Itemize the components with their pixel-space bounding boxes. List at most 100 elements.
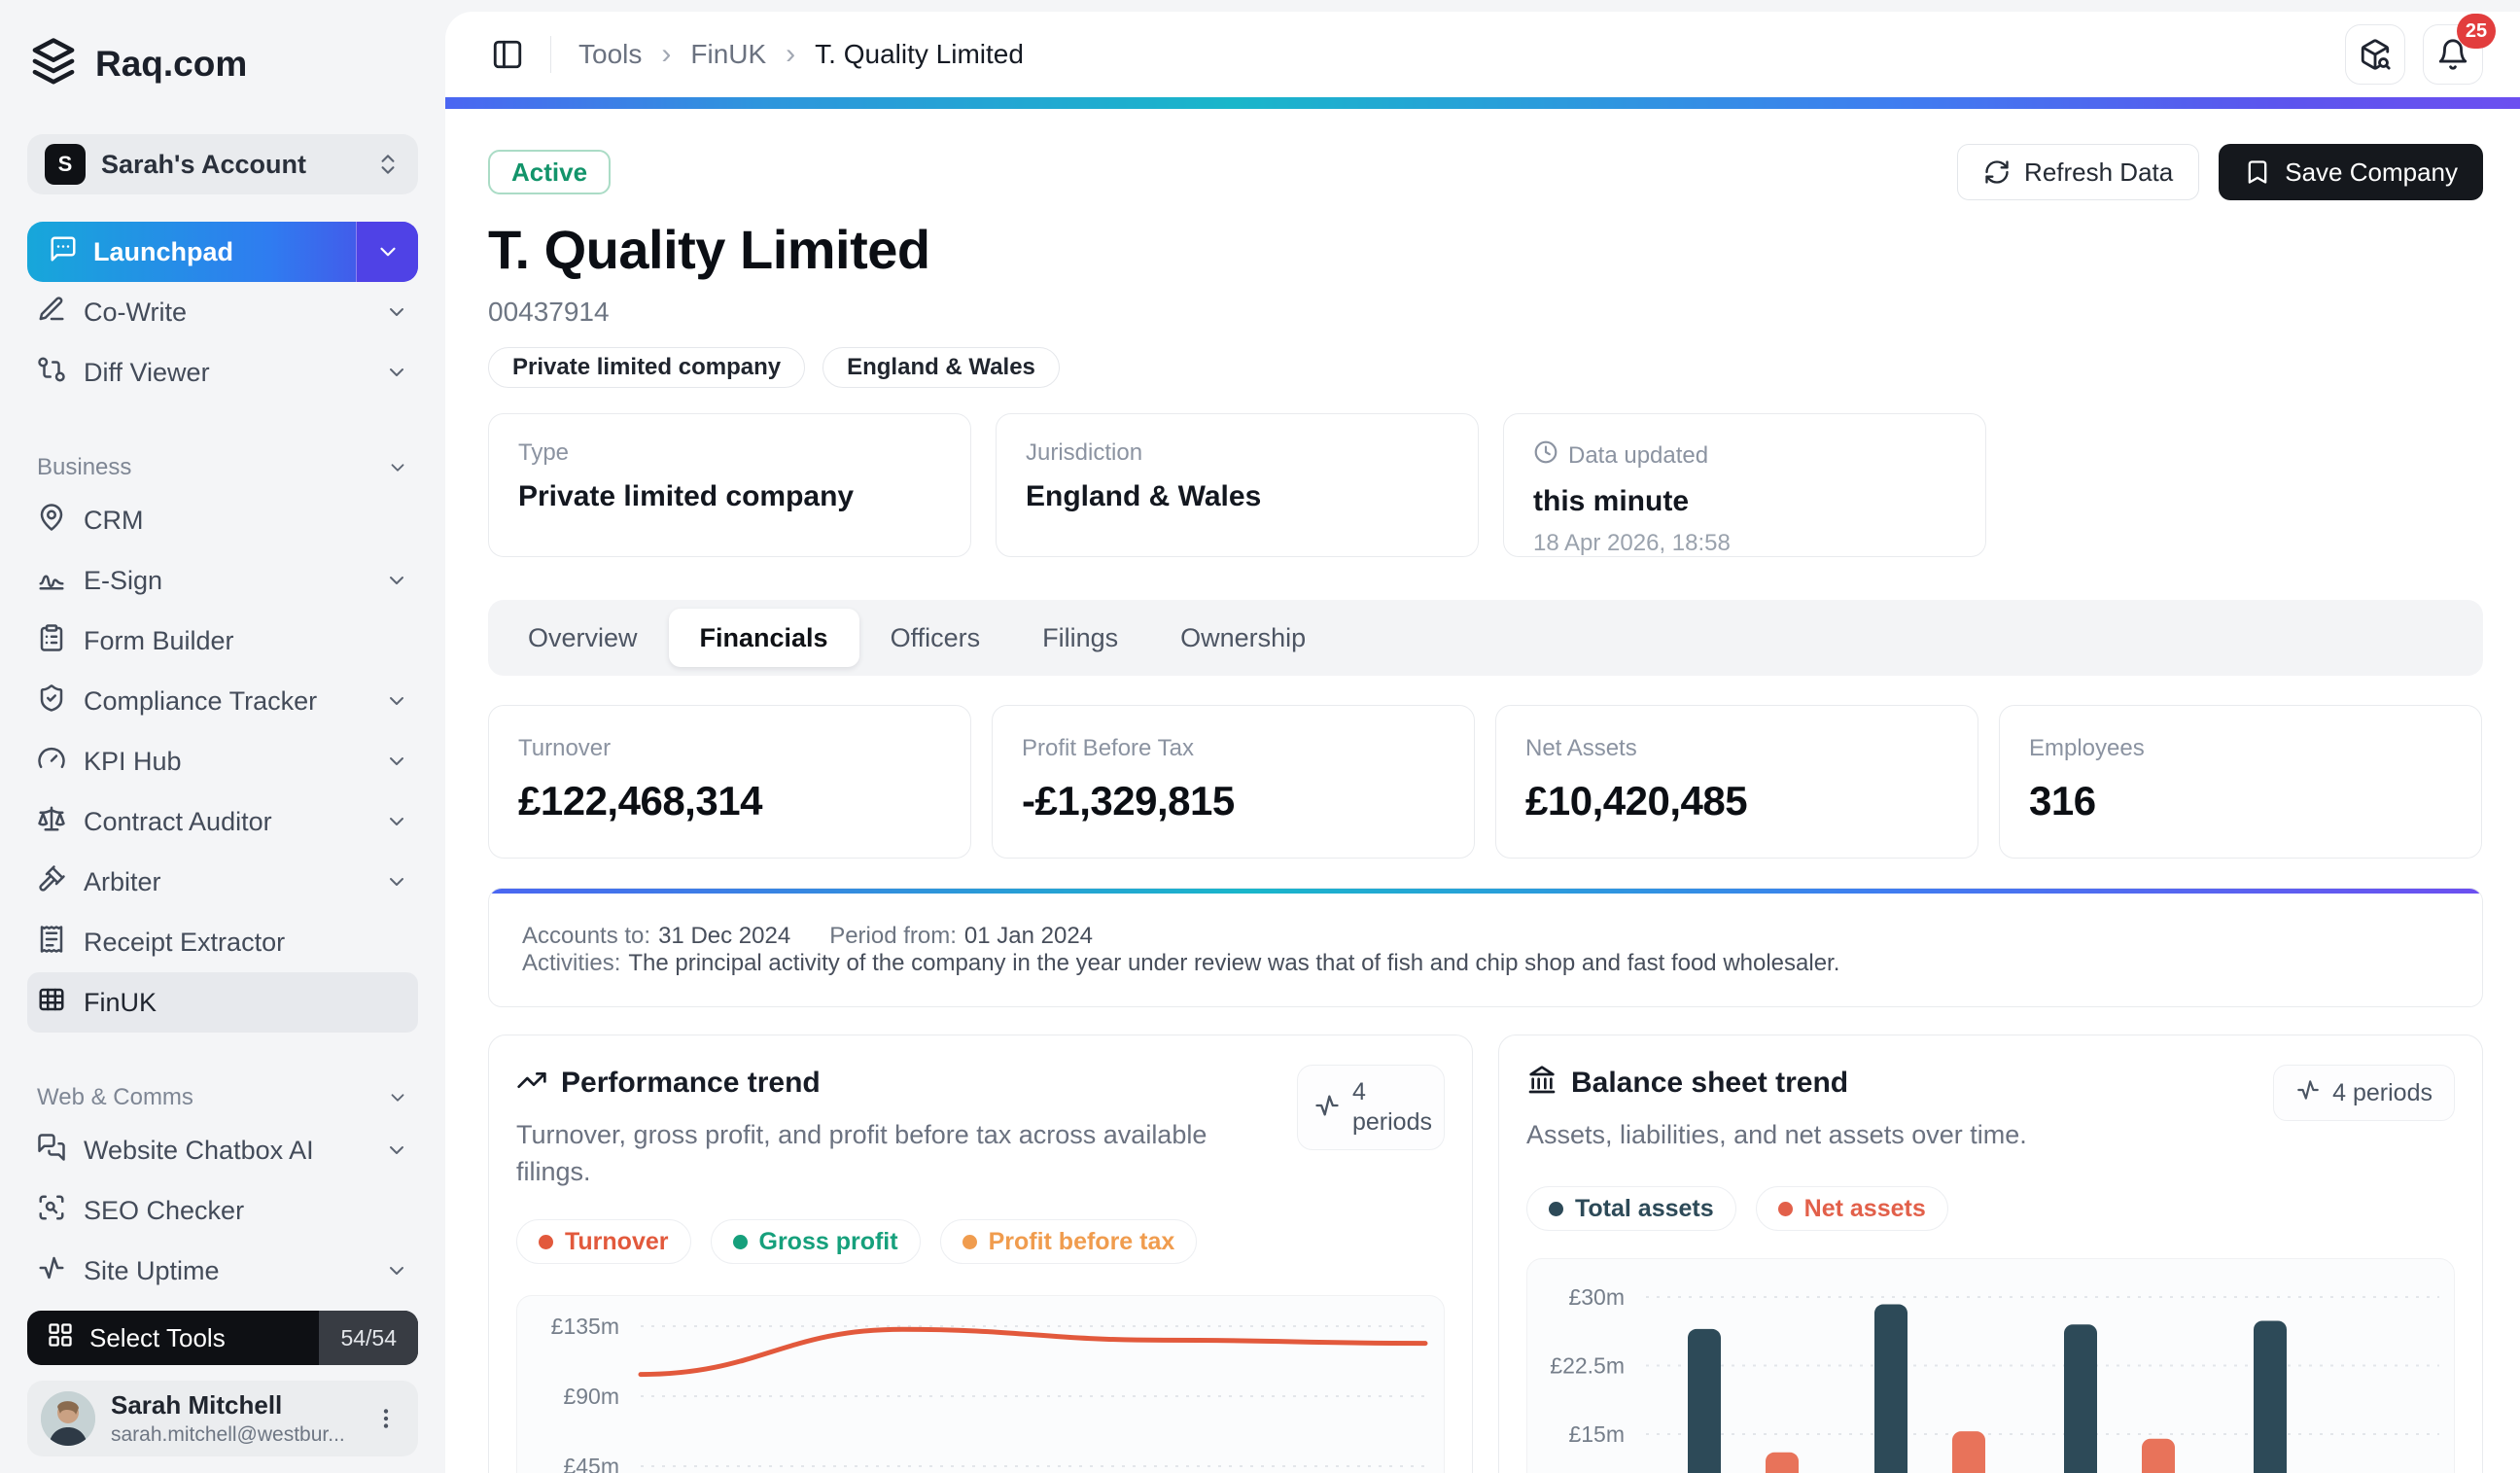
select-tools-label: Select Tools — [89, 1322, 226, 1352]
receipt-icon — [37, 925, 66, 961]
svg-text:£90m: £90m — [563, 1384, 619, 1409]
account-label: Sarah's Account — [101, 149, 306, 179]
breadcrumb-finuk[interactable]: FinUK — [690, 39, 766, 70]
launchpad-main[interactable]: Launchpad — [27, 222, 356, 282]
sidebar: Raq.com S Sarah's Account Launchpad Co-W… — [0, 0, 445, 1473]
balance-sheet-bar-chart: £30m£22.5m£15m£7.5m — [1526, 1258, 2455, 1473]
sidebar-item-label: Website Chatbox AI — [84, 1135, 314, 1165]
sidebar-item-seo-checker[interactable]: SEO Checker — [27, 1180, 418, 1241]
legend-turnover[interactable]: Turnover — [516, 1219, 691, 1264]
sidebar-section-business[interactable]: Business — [27, 445, 418, 490]
tab-filings[interactable]: Filings — [1011, 609, 1149, 667]
user-meta: Sarah Mitchell sarah.mitchell@westbur... — [111, 1390, 352, 1447]
chat-bubble-icon — [49, 234, 78, 270]
refresh-data-button[interactable]: Refresh Data — [1957, 144, 2200, 200]
content: Active Refresh Data Save Company T. Qual… — [445, 109, 2520, 1473]
breadcrumb-tools[interactable]: Tools — [578, 39, 642, 70]
stat-label: Employees — [2029, 735, 2145, 761]
panel-title: Balance sheet trend — [1571, 1066, 1849, 1099]
section-label: Business — [37, 454, 132, 480]
notifications-button[interactable]: 25 — [2423, 14, 2496, 85]
user-menu-button[interactable] — [368, 1406, 404, 1431]
info-label: Jurisdiction — [1026, 439, 1143, 466]
user-name: Sarah Mitchell — [111, 1390, 283, 1420]
save-company-button[interactable]: Save Company — [2219, 144, 2483, 200]
sidebar-item-co-write[interactable]: Co-Write — [27, 282, 418, 342]
stat-card-profit-before-tax: Profit Before Tax -£1,329,815 — [992, 705, 1475, 859]
sidebar-item-label: Contract Auditor — [84, 806, 272, 836]
sidebar-item-diff-viewer[interactable]: Diff Viewer — [27, 342, 418, 403]
notification-count-badge: 25 — [2457, 14, 2496, 49]
activity-pulse-icon — [37, 1253, 66, 1289]
launchpad-button[interactable]: Launchpad — [27, 222, 418, 282]
app-root: Raq.com S Sarah's Account Launchpad Co-W… — [0, 0, 2520, 1473]
sidebar-item-label: KPI Hub — [84, 746, 182, 776]
svg-text:£15m: £15m — [1568, 1421, 1625, 1447]
layers-logo-icon — [27, 36, 80, 93]
info-label: Type — [518, 439, 570, 466]
panel-subtitle: Assets, liabilities, and net assets over… — [1526, 1120, 2027, 1149]
tab-bar: Overview Financials Officers Filings Own… — [488, 600, 2483, 676]
sidebar-item-compliance-tracker[interactable]: Compliance Tracker — [27, 671, 418, 731]
sidebar-item-kpi-hub[interactable]: KPI Hub — [27, 731, 418, 791]
sidebar-item-website-chatbox-ai[interactable]: Website Chatbox AI — [27, 1120, 418, 1180]
period-from: Period from: 01 Jan 2024 — [829, 923, 1094, 949]
performance-trend-panel: Performance trend Turnover, gross profit… — [488, 1035, 1473, 1473]
sidebar-item-contract-auditor[interactable]: Contract Auditor — [27, 791, 418, 852]
sidebar-item-finuk[interactable]: FinUK — [27, 972, 418, 1033]
company-number: 00437914 — [488, 297, 610, 327]
legend-gross-profit[interactable]: Gross profit — [710, 1219, 921, 1264]
select-tools-button[interactable]: Select Tools 54/54 — [27, 1311, 418, 1365]
chevron-down-icon — [385, 361, 408, 384]
chevron-down-icon — [385, 300, 408, 324]
table-grid-icon — [37, 985, 66, 1021]
package-search-button[interactable] — [2345, 24, 2405, 85]
tab-financials[interactable]: Financials — [668, 609, 859, 667]
launchpad-expand-button[interactable] — [356, 222, 418, 282]
sidebar-item-site-uptime[interactable]: Site Uptime — [27, 1241, 418, 1301]
sidebar-item-form-builder[interactable]: Form Builder — [27, 611, 418, 671]
tab-ownership[interactable]: Ownership — [1149, 609, 1337, 667]
legend-label: Net assets — [1803, 1194, 1926, 1222]
sidebar-section-web-comms[interactable]: Web & Comms — [27, 1075, 418, 1120]
tab-officers[interactable]: Officers — [859, 609, 1012, 667]
activities: Activities: The principal activity of the… — [522, 950, 1840, 976]
tab-overview[interactable]: Overview — [497, 609, 669, 667]
svg-text:£30m: £30m — [1568, 1284, 1625, 1310]
info-timestamp: 18 Apr 2026, 18:58 — [1533, 530, 1731, 556]
stat-card-turnover: Turnover £122,468,314 — [488, 705, 971, 859]
refresh-data-label: Refresh Data — [2024, 157, 2174, 187]
info-value: this minute — [1533, 485, 1690, 517]
user-card[interactable]: Sarah Mitchell sarah.mitchell@westbur... — [27, 1381, 418, 1456]
sidebar-item-crm[interactable]: CRM — [27, 490, 418, 550]
account-switcher[interactable]: S Sarah's Account — [27, 134, 418, 194]
stat-card-employees: Employees 316 — [1999, 705, 2482, 859]
legend-total-assets[interactable]: Total assets — [1526, 1186, 1736, 1231]
sidebar-item-receipt-extractor[interactable]: Receipt Extractor — [27, 912, 418, 972]
sidebar-item-label: Receipt Extractor — [84, 927, 286, 957]
panel-title: Performance trend — [561, 1066, 821, 1099]
sidebar-item-e-sign[interactable]: E-Sign — [27, 550, 418, 611]
sidebar-item-label: SEO Checker — [84, 1195, 245, 1225]
user-email: sarah.mitchell@westbur... — [111, 1423, 345, 1446]
panel-subtitle: Turnover, gross profit, and profit befor… — [516, 1120, 1208, 1186]
legend-label: Profit before tax — [988, 1227, 1175, 1255]
launchpad-label: Launchpad — [93, 236, 234, 266]
sidebar-item-arbiter[interactable]: Arbiter — [27, 852, 418, 912]
info-card-data-updated: Data updated this minute 18 Apr 2026, 18… — [1503, 413, 1986, 557]
legend-profit-before-tax[interactable]: Profit before tax — [939, 1219, 1198, 1264]
chevron-down-icon — [385, 569, 408, 592]
breadcrumb-separator: › — [786, 38, 796, 70]
legend-net-assets[interactable]: Net assets — [1755, 1186, 1948, 1231]
page-title: T. Quality Limited — [488, 219, 930, 280]
info-value: England & Wales — [1026, 480, 1262, 512]
scales-icon — [37, 804, 66, 840]
gavel-icon — [37, 864, 66, 900]
chevron-down-icon — [385, 689, 408, 713]
select-tools-main[interactable]: Select Tools — [27, 1321, 319, 1355]
stat-value: £10,420,485 — [1525, 778, 1748, 824]
pen-line-icon — [37, 295, 66, 331]
chevron-down-icon — [385, 810, 408, 833]
sidebar-toggle-button[interactable] — [486, 33, 529, 76]
